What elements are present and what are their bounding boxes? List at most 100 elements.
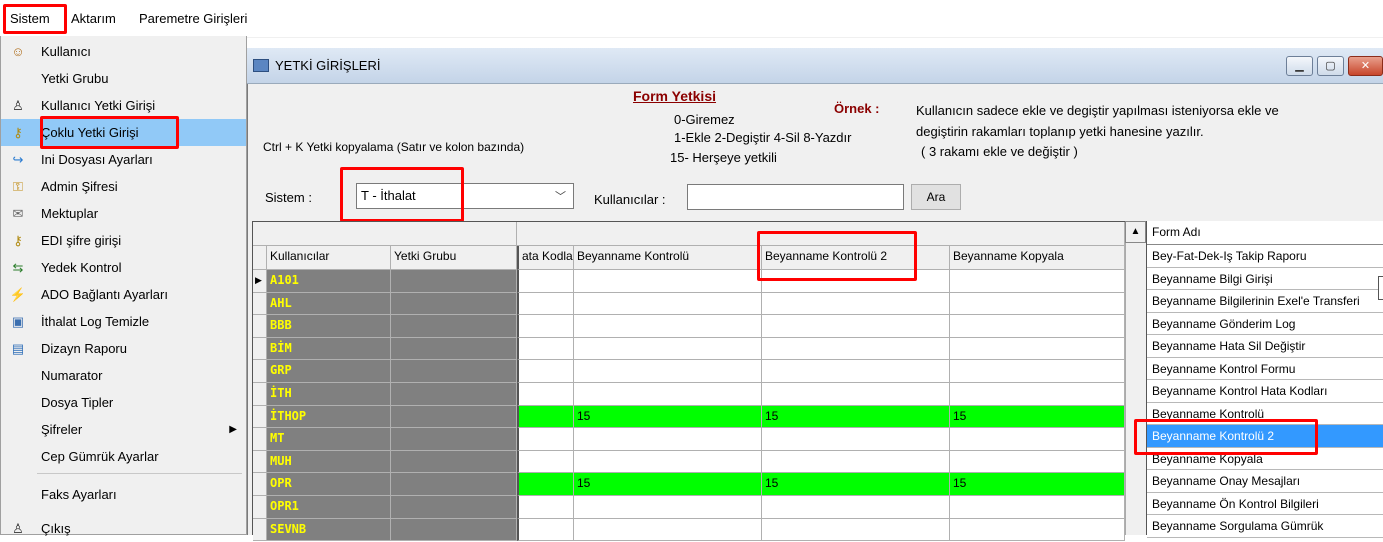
row-indicator[interactable] <box>253 405 267 429</box>
col-header-hata-kodlari[interactable]: ata Kodla <box>517 246 574 270</box>
permission-cell[interactable] <box>517 383 574 406</box>
yetki-grubu-cell[interactable] <box>391 496 517 519</box>
permission-cell[interactable]: 15 <box>950 473 1125 496</box>
row-indicator[interactable] <box>253 450 267 474</box>
menu-item-cep-gumruk[interactable]: Cep Gümrük Ayarlar <box>1 443 246 470</box>
user-cell[interactable]: MUH <box>267 450 391 474</box>
row-indicator[interactable] <box>253 315 267 338</box>
menu-item-ithalat-log-temizle[interactable]: ▣ İthalat Log Temizle <box>1 308 246 335</box>
permission-cell[interactable] <box>517 428 574 451</box>
permission-cell[interactable] <box>762 337 950 361</box>
menu-item-edi-sifre[interactable]: ⚷ EDI şifre girişi <box>1 227 246 254</box>
permission-cell[interactable] <box>517 315 574 338</box>
user-cell[interactable]: BBB <box>267 315 391 338</box>
menu-item-yedek-kontrol[interactable]: ⇆ Yedek Kontrol <box>1 254 246 281</box>
permission-cell[interactable] <box>517 496 574 519</box>
permission-cell[interactable] <box>950 450 1125 474</box>
permission-cell[interactable] <box>950 315 1125 338</box>
row-indicator[interactable] <box>253 518 267 542</box>
yetki-grubu-cell[interactable] <box>391 518 517 542</box>
form-list-item[interactable]: Beyanname Bilgilerinin Exel'e Transferi <box>1147 290 1383 313</box>
menu-item-dosya-tipler[interactable]: Dosya Tipler <box>1 389 246 416</box>
yetki-grubu-cell[interactable] <box>391 450 517 474</box>
menu-item-admin-sifresi[interactable]: ⚿ Admin Şifresi <box>1 173 246 200</box>
permissions-grid[interactable]: Kullanıcılar Yetki Grubu ata Kodla Beyan… <box>252 221 1125 542</box>
menu-sistem[interactable]: Sistem <box>3 4 67 34</box>
permission-cell[interactable] <box>574 360 762 383</box>
yetki-grubu-cell[interactable] <box>391 383 517 406</box>
permission-cell[interactable] <box>574 383 762 406</box>
permission-cell[interactable]: 15 <box>950 405 1125 429</box>
user-cell[interactable]: MT <box>267 428 391 451</box>
permission-cell[interactable]: 15 <box>762 473 950 496</box>
menu-item-kullanici-yetki-girisi[interactable]: ♙ Kullanıcı Yetki Girişi <box>1 92 246 119</box>
menu-item-yetki-grubu[interactable]: Yetki Grubu <box>1 65 246 92</box>
permission-cell[interactable]: 15 <box>574 473 762 496</box>
permission-cell[interactable] <box>950 383 1125 406</box>
yetki-grubu-cell[interactable] <box>391 473 517 496</box>
user-cell[interactable]: SEVNB <box>267 518 391 542</box>
menu-item-ado-baglanti[interactable]: ⚡ ADO Bağlantı Ayarları <box>1 281 246 308</box>
form-list-item[interactable]: Beyanname Bilgi Girişi <box>1147 268 1383 290</box>
col-header-beyanname-kontrolu[interactable]: Beyanname Kontrolü <box>574 246 762 270</box>
permission-cell[interactable] <box>762 428 950 451</box>
user-cell[interactable]: A101 <box>267 270 391 293</box>
permission-cell[interactable] <box>950 337 1125 361</box>
col-header-yetki-grubu[interactable]: Yetki Grubu <box>391 246 517 270</box>
permission-cell[interactable] <box>574 450 762 474</box>
yetki-grubu-cell[interactable] <box>391 292 517 316</box>
row-indicator[interactable] <box>253 360 267 383</box>
user-cell[interactable]: AHL <box>267 292 391 316</box>
user-cell[interactable]: GRP <box>267 360 391 383</box>
form-list-item[interactable]: Beyanname Kontrol Formu <box>1147 358 1383 380</box>
row-indicator[interactable] <box>253 337 267 361</box>
permission-cell[interactable] <box>517 292 574 316</box>
form-list-item[interactable]: Beyanname Kontrol Hata Kodları <box>1147 380 1383 403</box>
permission-cell[interactable] <box>950 428 1125 451</box>
permission-cell[interactable] <box>762 383 950 406</box>
form-list-item[interactable]: Beyanname Onay Mesajları <box>1147 470 1383 493</box>
permission-cell[interactable] <box>950 270 1125 293</box>
menu-item-numarator[interactable]: Numarator <box>1 362 246 389</box>
scroll-up-arrow-icon[interactable]: ▲ <box>1125 221 1146 243</box>
yetki-grubu-cell[interactable] <box>391 360 517 383</box>
user-cell[interactable]: İTH <box>267 383 391 406</box>
permission-cell[interactable] <box>574 518 762 542</box>
permission-cell[interactable] <box>762 450 950 474</box>
row-indicator[interactable] <box>253 383 267 406</box>
permission-cell[interactable] <box>950 360 1125 383</box>
menu-item-faks-ayarlari[interactable]: Faks Ayarları <box>1 481 246 508</box>
user-cell[interactable]: BİM <box>267 337 391 361</box>
permission-cell[interactable] <box>517 337 574 361</box>
permission-cell[interactable] <box>762 360 950 383</box>
form-list-header[interactable]: Form Adı <box>1147 221 1383 245</box>
maximize-button[interactable]: ▢ <box>1317 56 1344 76</box>
permission-cell[interactable] <box>762 315 950 338</box>
yetki-grubu-cell[interactable] <box>391 315 517 338</box>
user-cell[interactable]: OPR <box>267 473 391 496</box>
row-indicator[interactable] <box>253 292 267 316</box>
menu-item-kullanici[interactable]: ☺ Kullanıcı <box>1 38 246 65</box>
permission-cell[interactable] <box>517 518 574 542</box>
menu-aktarim[interactable]: Aktarım <box>67 6 120 32</box>
user-cell[interactable]: İTHOP <box>267 405 391 429</box>
row-indicator[interactable] <box>253 496 267 519</box>
permission-cell[interactable] <box>950 518 1125 542</box>
permission-cell[interactable] <box>574 496 762 519</box>
col-header-kullanicilar[interactable]: Kullanıcılar <box>267 246 391 270</box>
permission-cell[interactable]: 15 <box>574 405 762 429</box>
row-indicator[interactable]: ▶ <box>253 270 267 293</box>
permission-cell[interactable] <box>517 270 574 293</box>
permission-cell[interactable] <box>574 292 762 316</box>
form-list-scroll-thumb[interactable] <box>1378 276 1383 300</box>
row-indicator[interactable] <box>253 473 267 496</box>
ara-button[interactable]: Ara <box>911 184 961 210</box>
close-button[interactable]: ✕ <box>1348 56 1383 76</box>
form-list-item[interactable]: Beyanname Gönderim Log <box>1147 313 1383 335</box>
yetki-grubu-cell[interactable] <box>391 405 517 429</box>
menu-item-sifreler[interactable]: Şifreler ▶ <box>1 416 246 443</box>
menu-item-dizayn-raporu[interactable]: ▤ Dizayn Raporu <box>1 335 246 362</box>
form-list-item[interactable]: Beyanname Sorgulama Gümrük <box>1147 515 1383 538</box>
user-cell[interactable]: OPR1 <box>267 496 391 519</box>
permission-cell[interactable] <box>950 292 1125 316</box>
